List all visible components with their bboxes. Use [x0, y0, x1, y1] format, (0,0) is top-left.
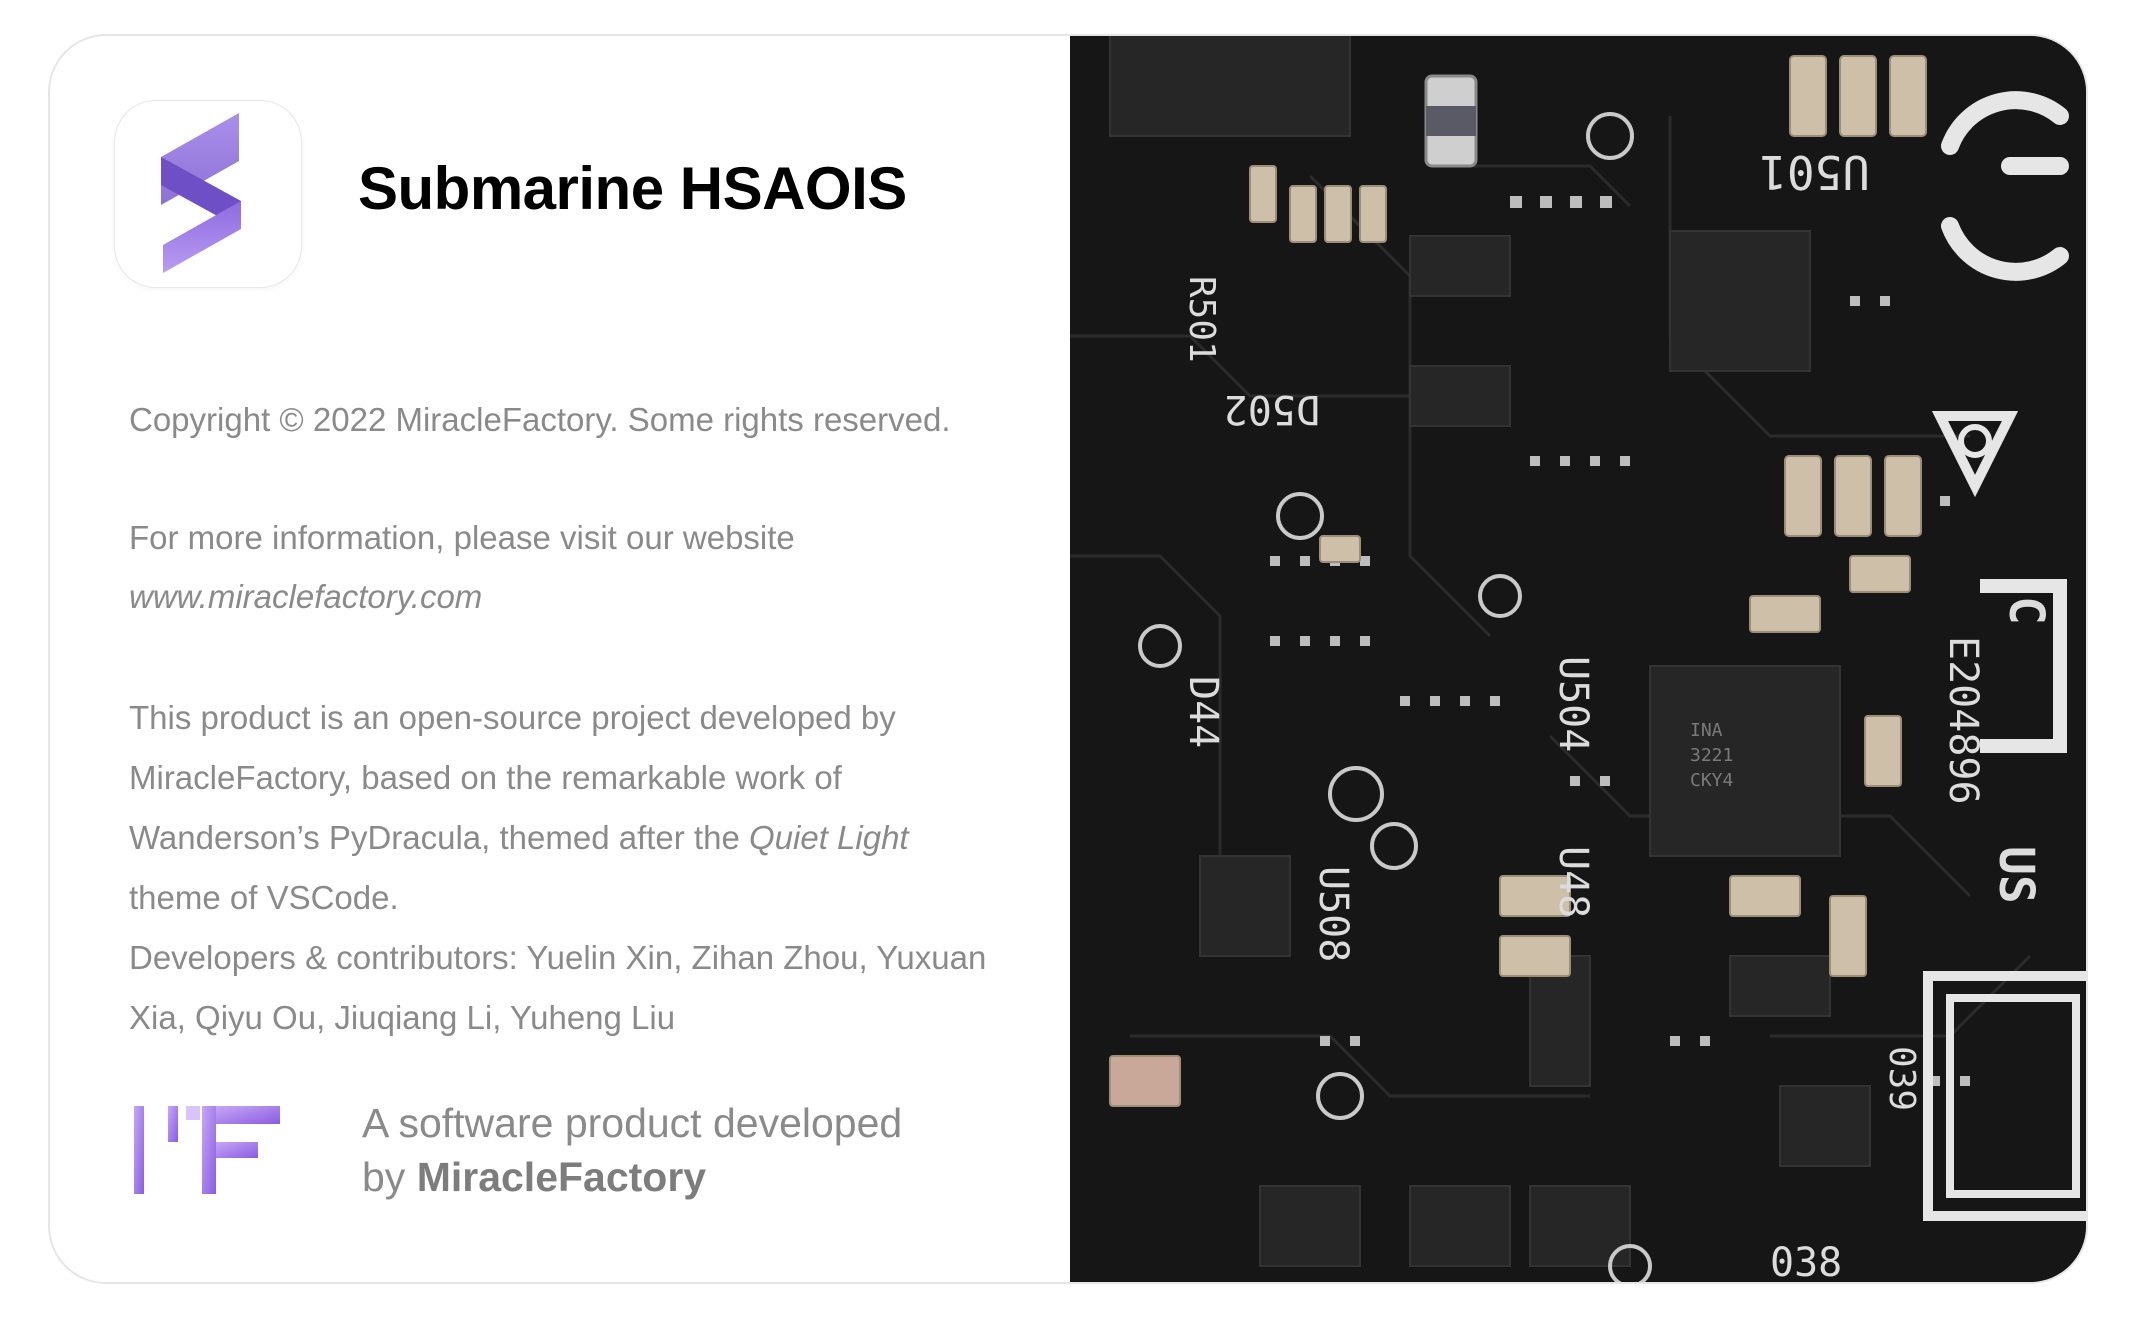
- silkscreen-label: U501: [1759, 145, 1870, 199]
- about-info-panel: Submarine HSAOIS Copyright © 2022 Miracl…: [50, 36, 1070, 1282]
- description-line: theme of VSCode.: [129, 879, 399, 916]
- silkscreen-label: 038: [1770, 1240, 1842, 1282]
- tagline-line1: A software product developed: [362, 1100, 903, 1146]
- chip-marking: 3221: [1690, 745, 1733, 766]
- contributors-line: Xia, Qiyu Ou, Jiuqiang Li, Yuheng Liu: [129, 999, 676, 1036]
- silkscreen-label: U504: [1550, 656, 1596, 752]
- app-logo-icon: [114, 100, 302, 288]
- theme-name: Quiet Light: [748, 819, 909, 856]
- mf-logo-icon: [132, 1104, 292, 1209]
- silkscreen-label: D44: [1180, 676, 1226, 748]
- silkscreen-label: US: [1988, 846, 2044, 904]
- app-title: Submarine HSAOIS: [358, 155, 907, 222]
- copyright-text: Copyright © 2022 MiracleFactory. Some ri…: [129, 401, 951, 438]
- description-text: This product is an open-source project d…: [129, 688, 986, 1048]
- description-line: Wanderson’s PyDracula, themed after the …: [129, 808, 986, 868]
- description-line: This product is an open-source project d…: [129, 699, 896, 736]
- description-prefix: Wanderson’s PyDracula, themed after the: [129, 819, 749, 856]
- silkscreen-label: R501: [1181, 276, 1222, 363]
- silkscreen-label: U508: [1310, 866, 1356, 962]
- chip-marking: INA: [1690, 720, 1723, 741]
- contributors-line: Developers & contributors: Yuelin Xin, Z…: [129, 939, 987, 976]
- info-text: For more information, please visit our w…: [129, 519, 795, 556]
- about-window: Submarine HSAOIS Copyright © 2022 Miracl…: [48, 34, 2088, 1284]
- silkscreen-label: U48: [1550, 846, 1596, 918]
- silkscreen-label: 039: [1881, 1046, 1922, 1111]
- website-link[interactable]: www.miraclefactory.com: [129, 567, 482, 627]
- tagline: A software product developed by MiracleF…: [362, 1096, 902, 1204]
- tagline-by: by: [362, 1154, 417, 1200]
- tagline-line2: by MiracleFactory: [362, 1150, 902, 1204]
- silkscreen-label: E204896: [1940, 636, 1986, 805]
- circuit-board-photo: U501 R501 D502 U504 D44 U508 U48 E204896…: [1070, 36, 2086, 1282]
- company-name: MiracleFactory: [416, 1154, 707, 1200]
- description-line: MiracleFactory, based on the remarkable …: [129, 759, 842, 796]
- silkscreen-label: C: [1998, 596, 2054, 625]
- silkscreen-label: D502: [1224, 386, 1320, 432]
- chip-marking: CKY4: [1690, 770, 1733, 791]
